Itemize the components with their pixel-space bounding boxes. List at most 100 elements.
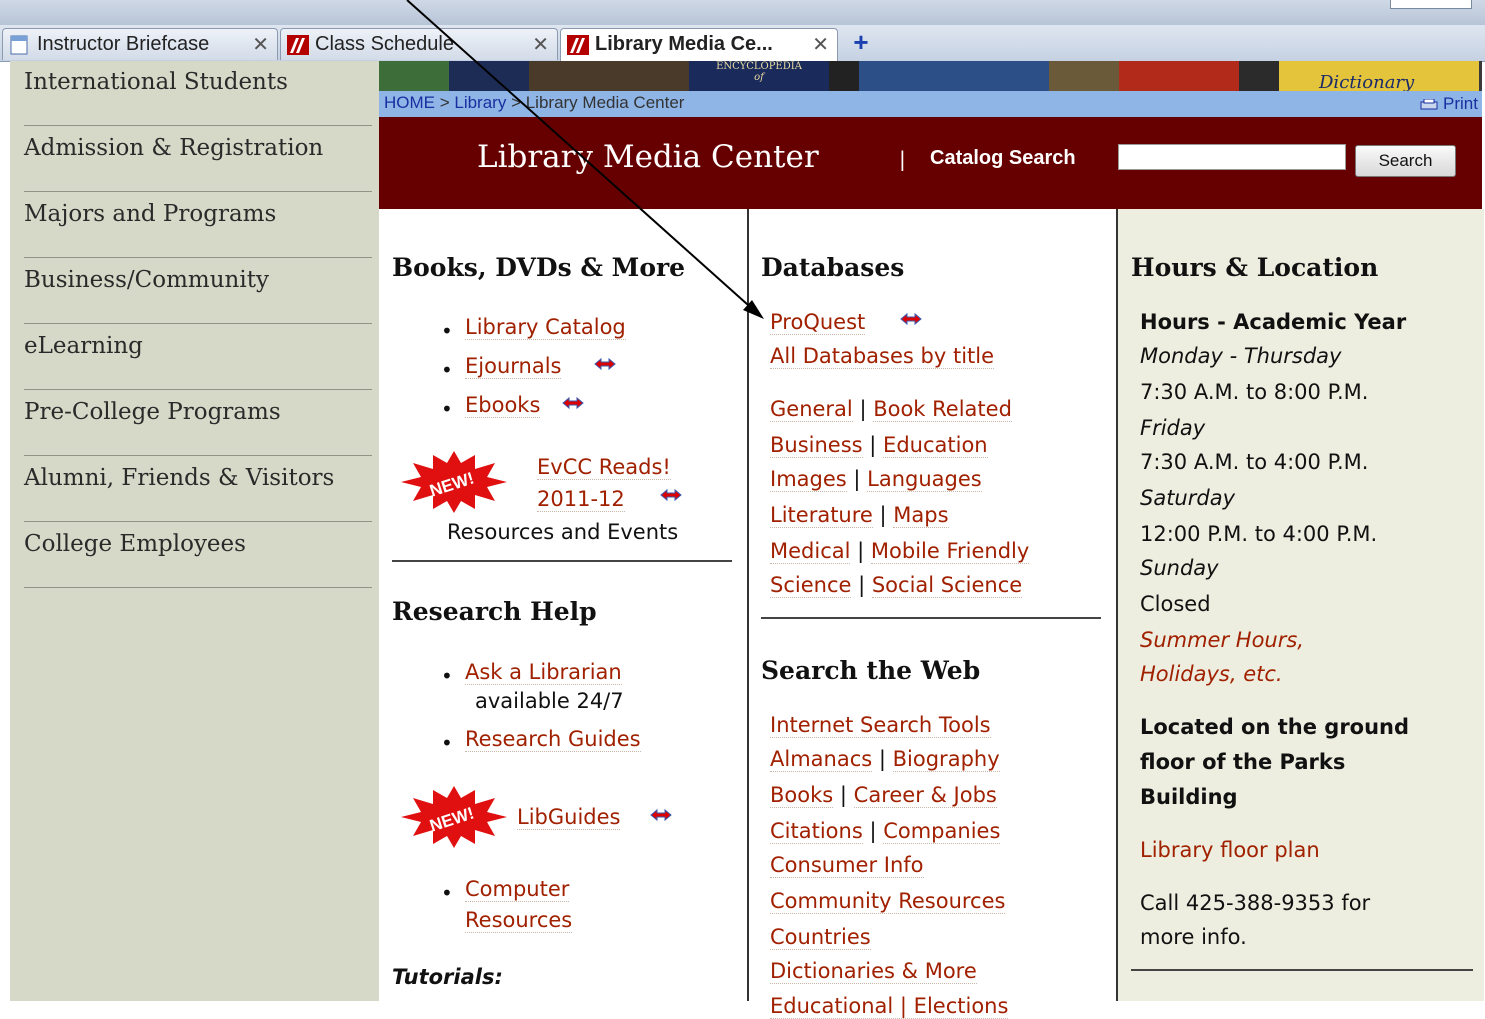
left-navigation: International Students Admission & Regis… xyxy=(10,61,379,1001)
external-link-arrow-icon[interactable] xyxy=(561,396,585,410)
db-social-science-link[interactable]: Social Science xyxy=(871,573,1023,598)
breadcrumb-separator: > xyxy=(435,93,455,112)
location-text: Located on the ground xyxy=(1140,715,1410,739)
ask-librarian-link[interactable]: Ask a Librarian xyxy=(465,660,622,685)
close-icon[interactable]: ✕ xyxy=(812,32,829,57)
location-text: floor of the Parks xyxy=(1140,750,1346,774)
nav-item-pre-college[interactable]: Pre-College Programs xyxy=(24,391,372,456)
hours-time: 7:30 A.M. to 4:00 P.M. xyxy=(1140,450,1369,474)
close-icon[interactable]: ✕ xyxy=(532,32,549,57)
db-languages-link[interactable]: Languages xyxy=(867,467,982,492)
db-education-link[interactable]: Education xyxy=(883,433,988,458)
db-mobile-friendly-link[interactable]: Mobile Friendly xyxy=(870,539,1030,564)
community-resources-link[interactable]: Community Resources xyxy=(770,889,1006,914)
external-link-arrow-icon[interactable] xyxy=(899,312,923,326)
db-medical-link[interactable]: Medical xyxy=(770,539,851,564)
tab-label: Library Media Ce... xyxy=(595,33,773,55)
bullet: • xyxy=(441,731,453,755)
libguides-link[interactable]: LibGuides xyxy=(517,805,621,830)
summer-hours-link[interactable]: Summer Hours, xyxy=(1140,628,1304,652)
bullet: • xyxy=(441,319,453,343)
tab-bar: Instructor Briefcase ✕ Class Schedule ✕ … xyxy=(0,25,1485,62)
header-separator: | xyxy=(899,147,906,171)
db-literature-link[interactable]: Literature xyxy=(770,503,873,528)
nav-item-international-students[interactable]: International Students xyxy=(24,61,372,126)
db-book-related-link[interactable]: Book Related xyxy=(873,397,1012,422)
dictionaries-link[interactable]: Dictionaries & More xyxy=(770,959,977,984)
computer-resources-link-line2[interactable]: Resources xyxy=(465,908,573,933)
tab-instructor-briefcase[interactable]: Instructor Briefcase ✕ xyxy=(2,28,278,60)
nav-item-employees[interactable]: College Employees xyxy=(24,523,372,588)
db-maps-link[interactable]: Maps xyxy=(893,503,949,528)
db-general-link[interactable]: General xyxy=(770,397,853,422)
nav-item-admission-registration[interactable]: Admission & Registration xyxy=(24,127,372,192)
proquest-link[interactable]: ProQuest xyxy=(770,310,866,335)
nav-item-business-community[interactable]: Business/Community xyxy=(24,259,372,324)
catalog-search-input[interactable] xyxy=(1118,144,1346,170)
hours-time: 12:00 P.M. to 4:00 P.M. xyxy=(1140,522,1378,546)
biography-link[interactable]: Biography xyxy=(892,747,1000,772)
nav-item-elearning[interactable]: eLearning xyxy=(24,325,372,390)
ebooks-link[interactable]: Ebooks xyxy=(465,393,541,418)
divider xyxy=(761,617,1101,619)
printer-icon xyxy=(1420,98,1438,110)
db-images-link[interactable]: Images xyxy=(770,467,847,492)
catalog-search-label: Catalog Search xyxy=(930,147,1076,169)
external-link-arrow-icon[interactable] xyxy=(593,357,617,371)
tab-class-schedule[interactable]: Class Schedule ✕ xyxy=(280,28,558,60)
hours-day-label: Sunday xyxy=(1140,556,1219,580)
companies-link[interactable]: Companies xyxy=(883,819,1001,844)
external-link-arrow-icon[interactable] xyxy=(659,488,683,502)
db-business-link[interactable]: Business xyxy=(770,433,863,458)
bullet: • xyxy=(441,664,453,688)
nav-item-alumni[interactable]: Alumni, Friends & Visitors xyxy=(24,457,372,522)
books-heading: Books, DVDs & More xyxy=(392,253,686,282)
books-column: Books, DVDs & More • Library Catalog • E… xyxy=(379,209,746,1001)
college-logo-icon xyxy=(287,35,309,55)
hours-time: Closed xyxy=(1140,592,1211,616)
location-text: Building xyxy=(1140,785,1238,809)
print-link[interactable]: Print xyxy=(1420,94,1478,114)
research-guides-link[interactable]: Research Guides xyxy=(465,727,641,752)
bullet: • xyxy=(441,358,453,382)
floor-plan-link[interactable]: Library floor plan xyxy=(1140,838,1320,862)
divider xyxy=(392,560,732,562)
banner-dictionary-text: Dictionary xyxy=(1319,72,1415,91)
almanacs-link[interactable]: Almanacs xyxy=(770,747,873,772)
db-science-link[interactable]: Science xyxy=(770,573,852,598)
nav-item-majors-programs[interactable]: Majors and Programs xyxy=(24,193,372,258)
new-tab-button[interactable]: + xyxy=(848,29,874,55)
evcc-reads-year-link[interactable]: 2011-12 xyxy=(537,487,625,512)
page-title: Library Media Center xyxy=(477,139,819,175)
banner-image: ENCYCLOPEDIA of Dictionary xyxy=(379,61,1482,91)
toolbar-button[interactable] xyxy=(1390,0,1472,9)
new-badge-icon: NEW! xyxy=(401,451,507,513)
print-label: Print xyxy=(1443,94,1478,113)
ejournals-link[interactable]: Ejournals xyxy=(465,354,562,379)
library-catalog-link[interactable]: Library Catalog xyxy=(465,315,626,340)
consumer-info-link[interactable]: Consumer Info xyxy=(770,853,924,878)
hours-column: Hours & Location Hours - Academic Year M… xyxy=(1116,209,1484,1001)
educational-elections-link[interactable]: Educational | Elections xyxy=(770,994,1009,1019)
citations-link[interactable]: Citations xyxy=(770,819,863,844)
breadcrumb-library[interactable]: Library xyxy=(454,93,506,112)
available-text: available 24/7 xyxy=(475,689,624,713)
computer-resources-link[interactable]: Computer xyxy=(465,877,570,902)
all-databases-link[interactable]: All Databases by title xyxy=(770,344,995,369)
external-link-arrow-icon[interactable] xyxy=(649,808,673,822)
close-icon[interactable]: ✕ xyxy=(252,32,269,57)
tab-library-media-center[interactable]: Library Media Ce... ✕ xyxy=(560,28,838,62)
internet-search-tools-link[interactable]: Internet Search Tools xyxy=(770,713,991,738)
tab-label: Instructor Briefcase xyxy=(37,33,210,55)
breadcrumb-home[interactable]: HOME xyxy=(384,93,435,112)
holidays-link[interactable]: Holidays, etc. xyxy=(1140,662,1283,686)
bullet: • xyxy=(441,397,453,421)
breadcrumb-current: Library Media Center xyxy=(525,93,685,112)
books-web-link[interactable]: Books xyxy=(770,783,834,808)
evcc-reads-link[interactable]: EvCC Reads! xyxy=(537,455,671,480)
breadcrumb: HOME > Library > Library Media Center Pr… xyxy=(379,91,1482,117)
search-button[interactable]: Search xyxy=(1355,145,1456,177)
career-jobs-link[interactable]: Career & Jobs xyxy=(853,783,997,808)
countries-link[interactable]: Countries xyxy=(770,925,871,950)
resources-events-text: Resources and Events xyxy=(447,520,679,544)
